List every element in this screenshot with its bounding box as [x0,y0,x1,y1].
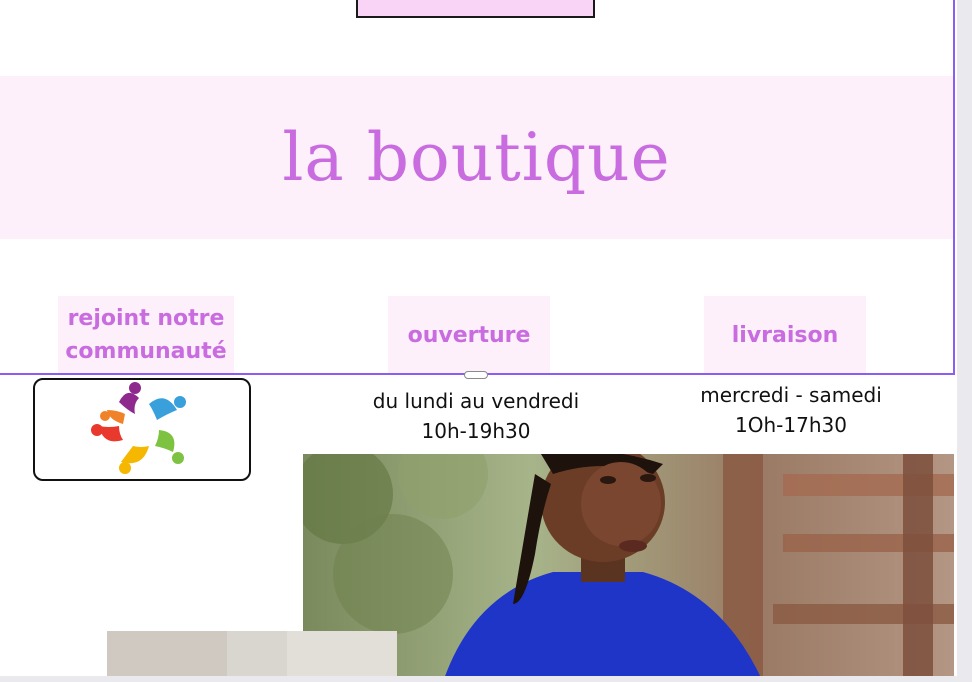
tile-label: livraison [731,322,839,348]
page-title: la boutique [282,119,671,196]
delivery-days: mercredi - samedi [700,383,882,407]
pink-header-box[interactable] [356,0,595,18]
small-photo-illustration [107,631,397,682]
community-people-circle-icon [91,381,186,474]
bottom-gutter [0,676,972,682]
resize-handle[interactable] [464,371,488,379]
tile-label: ouverture [407,322,531,348]
page: la boutique rejoint notre communauté ouv… [0,0,972,682]
tile-opening[interactable]: ouverture [388,296,550,374]
opening-time: 10h-19h30 [421,419,531,443]
tile-label: rejoint notre communauté [65,306,227,364]
delivery-hours: mercredi - samedi 1Oh-17h30 [690,380,892,440]
delivery-time: 1Oh-17h30 [735,413,847,437]
tile-delivery[interactable]: livraison [704,296,866,374]
title-band: la boutique [0,76,953,239]
opening-days: du lundi au vendredi [372,389,580,413]
scroll-gutter[interactable] [957,0,972,682]
small-photo[interactable] [107,631,397,682]
community-logo-box[interactable] [33,378,251,481]
opening-hours: du lundi au vendredi 10h-19h30 [366,386,586,446]
tile-join-community[interactable]: rejoint notre communauté [58,296,234,374]
woman-blue-shirt-photo[interactable] [303,454,954,682]
photo-illustration [303,454,954,682]
